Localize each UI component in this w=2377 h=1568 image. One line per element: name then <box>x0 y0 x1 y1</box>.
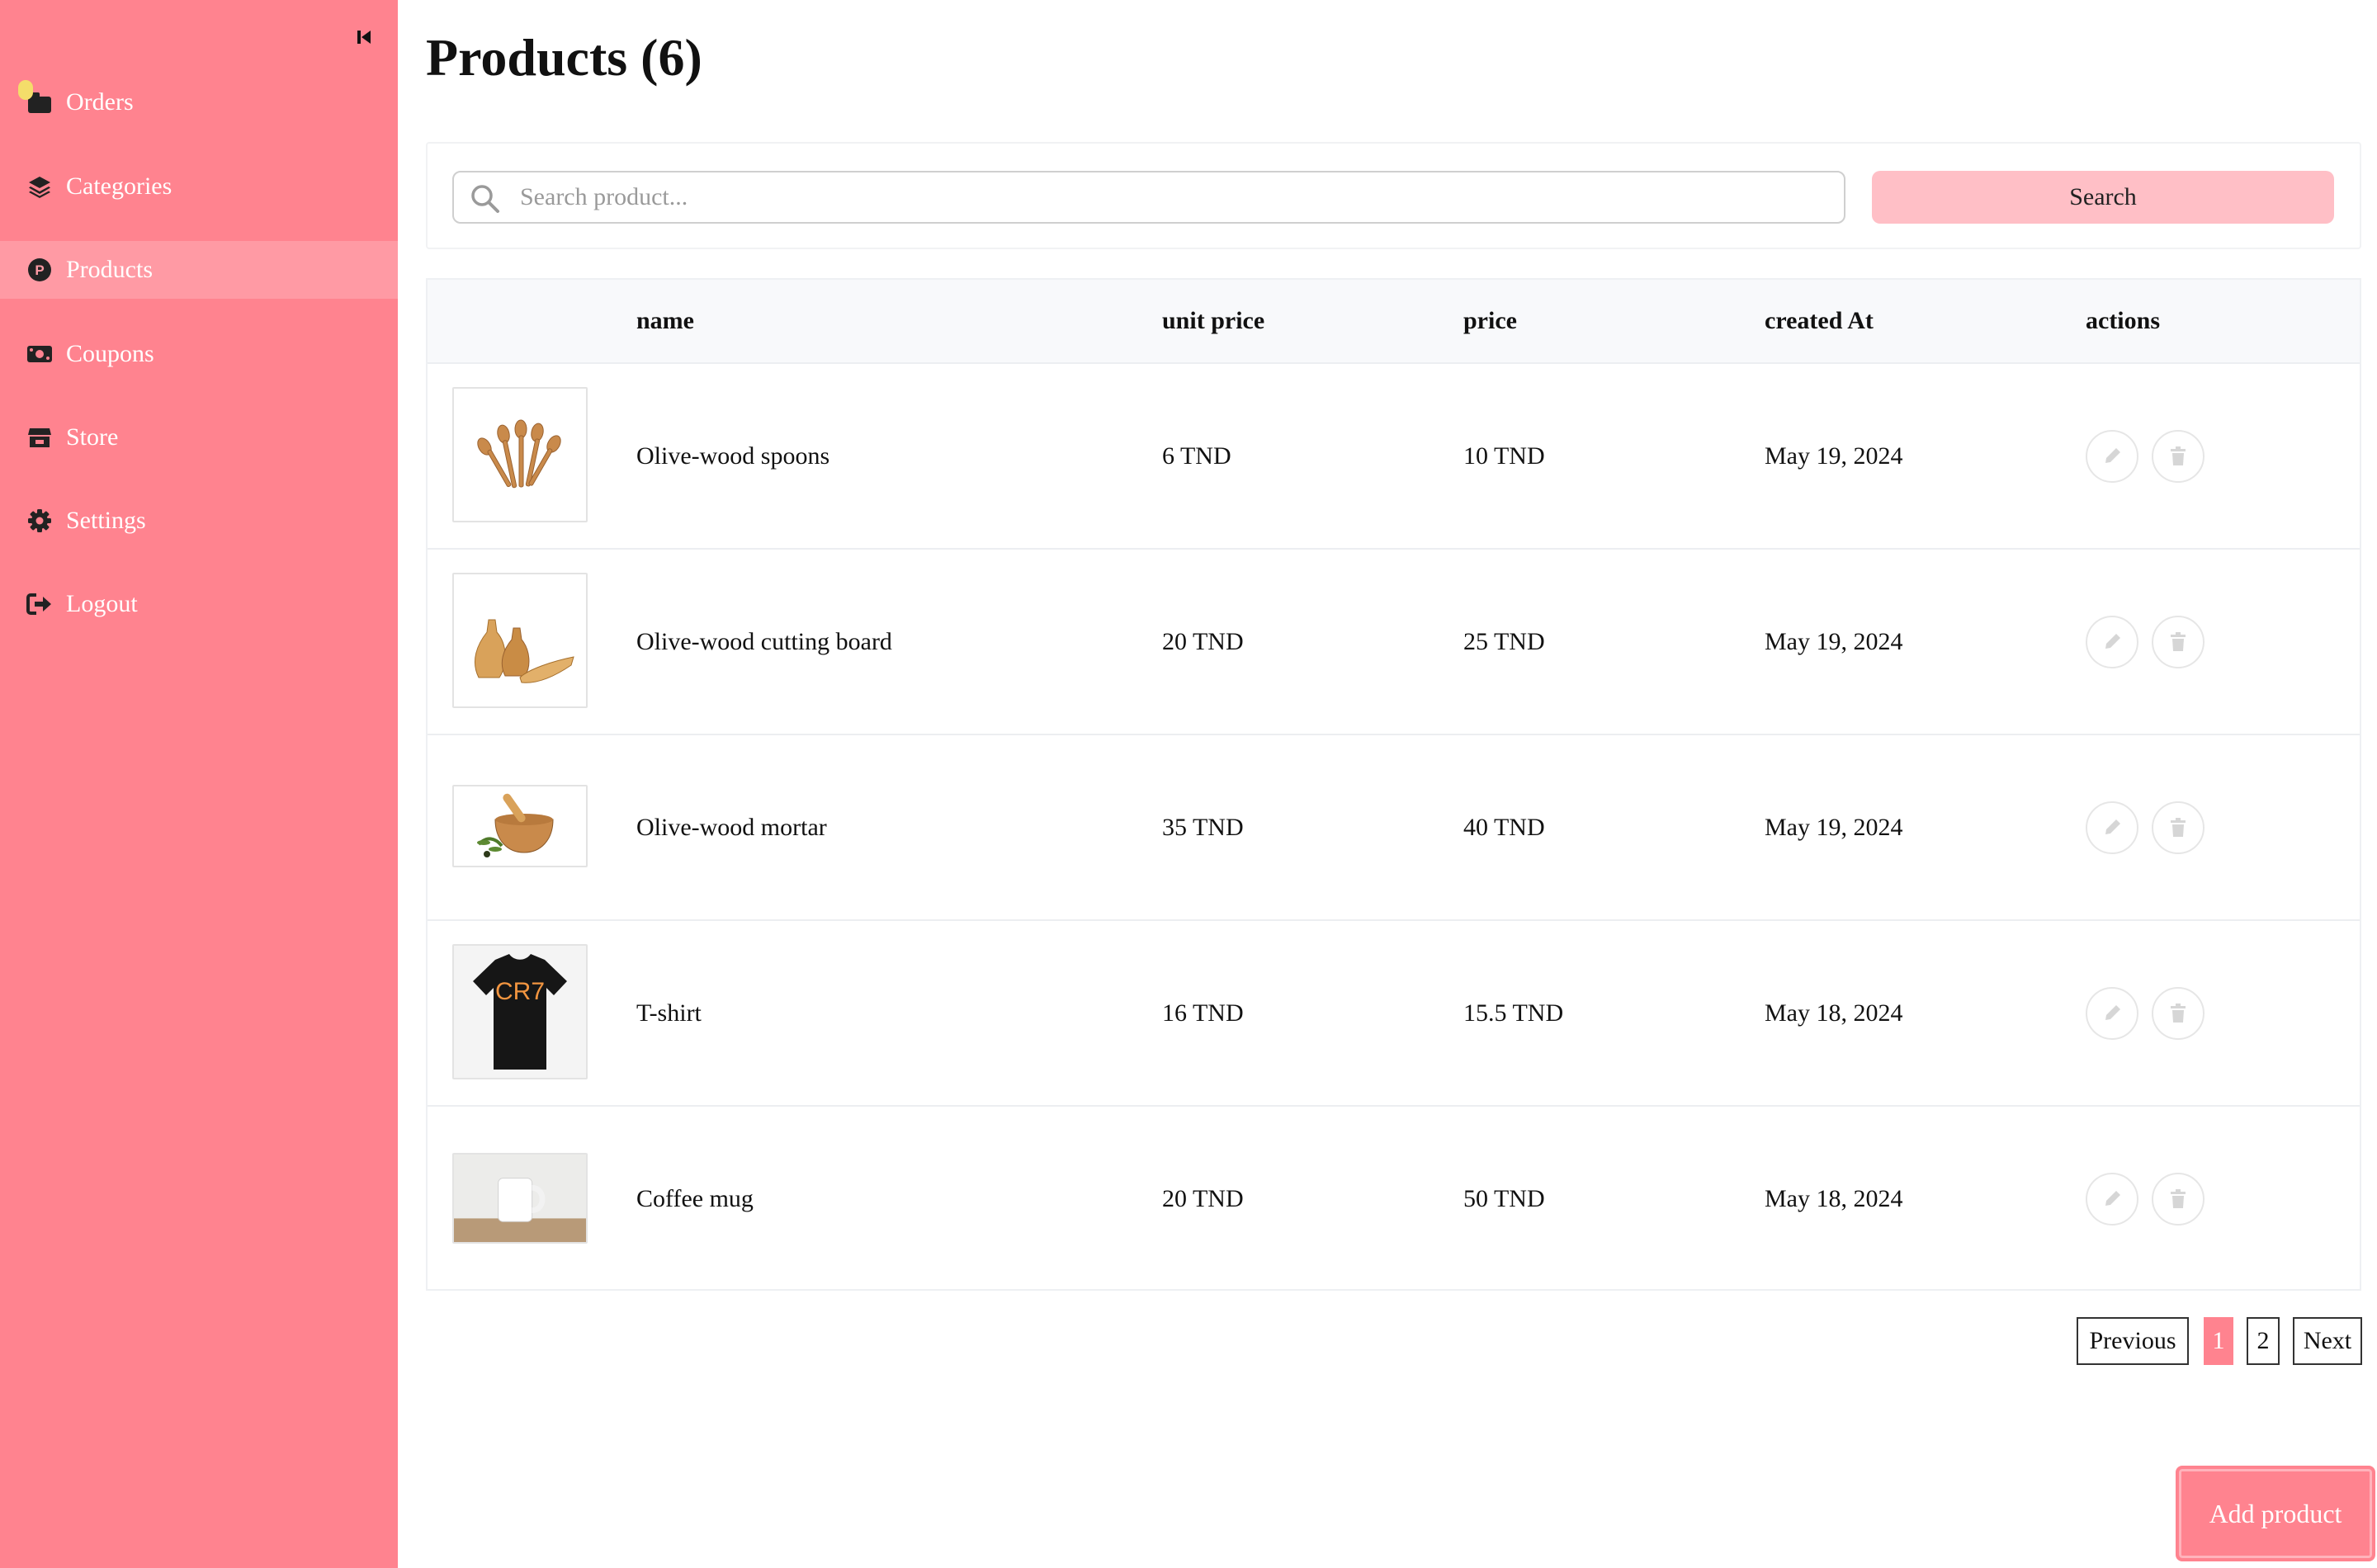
pagination-next-button[interactable]: Next <box>2293 1317 2362 1365</box>
sidebar-item-categories[interactable]: Categories <box>0 158 398 215</box>
sidebar: Orders Categories P Products Coupons Sto… <box>0 0 398 1568</box>
pencil-icon <box>2105 1005 2120 1020</box>
product-created-at: May 18, 2024 <box>1765 999 1903 1027</box>
product-name: Olive-wood mortar <box>636 814 827 841</box>
product-unit-price: 20 TND <box>1162 1185 1244 1212</box>
table-header: name unit price price created At actions <box>428 280 2360 362</box>
product-created-at: May 19, 2024 <box>1765 442 1903 470</box>
add-product-button[interactable]: Add product <box>2176 1466 2375 1561</box>
column-header-name[interactable]: name <box>636 280 694 362</box>
layers-icon <box>25 172 54 201</box>
product-name: T-shirt <box>636 999 702 1027</box>
trash-icon <box>2171 1189 2186 1208</box>
pagination-previous-button[interactable]: Previous <box>2077 1317 2189 1365</box>
product-thumbnail-mug <box>452 1153 588 1244</box>
delete-button[interactable] <box>2152 1173 2205 1226</box>
product-price: 40 TND <box>1463 814 1545 841</box>
product-thumbnail-mortar <box>452 785 588 867</box>
product-price: 15.5 TND <box>1463 999 1564 1027</box>
store-icon <box>25 423 54 452</box>
edit-button[interactable] <box>2086 1173 2138 1226</box>
product-thumbnail-cutting-board <box>452 573 588 708</box>
product-price: 10 TND <box>1463 442 1545 470</box>
delete-button[interactable] <box>2152 987 2205 1040</box>
delete-button[interactable] <box>2152 801 2205 854</box>
product-unit-price: 20 TND <box>1162 628 1244 655</box>
table-row[interactable]: Olive-wood cutting board 20 TND 25 TND M… <box>428 548 2360 734</box>
sidebar-item-products[interactable]: P Products <box>0 241 398 299</box>
sidebar-item-orders[interactable]: Orders <box>0 73 398 131</box>
pencil-icon <box>2105 448 2120 463</box>
sidebar-item-settings[interactable]: Settings <box>0 492 398 550</box>
product-price: 25 TND <box>1463 628 1545 655</box>
edit-button[interactable] <box>2086 987 2138 1040</box>
products-table: name unit price price created At actions… <box>426 278 2361 1291</box>
product-name: Olive-wood cutting board <box>636 628 892 655</box>
edit-button[interactable] <box>2086 801 2138 854</box>
search-panel: Search <box>426 142 2361 249</box>
collapse-sidebar-icon[interactable] <box>352 25 376 50</box>
product-created-at: May 19, 2024 <box>1765 814 1903 841</box>
delete-button[interactable] <box>2152 616 2205 668</box>
table-row[interactable]: Coffee mug 20 TND 50 TND May 18, 2024 <box>428 1105 2360 1291</box>
product-name: Olive-wood spoons <box>636 442 830 470</box>
search-input[interactable] <box>520 172 1832 222</box>
sidebar-item-store[interactable]: Store <box>0 409 398 466</box>
table-row[interactable]: CR7 T-shirt 16 TND 15.5 TND May 18, 2024 <box>428 919 2360 1105</box>
product-created-at: May 18, 2024 <box>1765 1185 1903 1212</box>
search-button[interactable]: Search <box>1872 171 2334 224</box>
table-row[interactable]: Olive-wood mortar 35 TND 40 TND May 19, … <box>428 734 2360 919</box>
search-box[interactable] <box>452 171 1845 224</box>
column-header-created-at[interactable]: created At <box>1765 280 1874 362</box>
product-thumbnail-spoons <box>452 387 588 522</box>
logout-icon <box>25 589 54 619</box>
product-unit-price: 6 TND <box>1162 442 1231 470</box>
trash-icon <box>2171 632 2186 651</box>
sidebar-item-coupons[interactable]: Coupons <box>0 325 398 383</box>
sidebar-item-label: Logout <box>66 590 138 617</box>
column-header-price[interactable]: price <box>1463 280 1517 362</box>
pagination-page-2[interactable]: 2 <box>2247 1317 2280 1365</box>
sidebar-item-label: Coupons <box>66 340 154 367</box>
product-p-icon: P <box>25 255 54 285</box>
trash-icon <box>2171 446 2186 465</box>
edit-button[interactable] <box>2086 430 2138 483</box>
sidebar-item-logout[interactable]: Logout <box>0 575 398 633</box>
tshirt-print-text: CR7 <box>495 978 545 1005</box>
product-created-at: May 19, 2024 <box>1765 628 1903 655</box>
sidebar-item-label: Categories <box>66 172 172 200</box>
product-unit-price: 16 TND <box>1162 999 1244 1027</box>
gear-icon <box>25 506 54 536</box>
trash-icon <box>2171 1004 2186 1023</box>
product-unit-price: 35 TND <box>1162 814 1244 841</box>
sidebar-item-label: Products <box>66 256 153 283</box>
trash-icon <box>2171 818 2186 837</box>
sidebar-item-label: Orders <box>66 88 134 116</box>
product-thumbnail-tshirt: CR7 <box>452 944 588 1079</box>
product-name: Coffee mug <box>636 1185 754 1212</box>
column-header-unit-price[interactable]: unit price <box>1162 280 1264 362</box>
notification-badge <box>18 80 33 100</box>
pagination-page-1[interactable]: 1 <box>2204 1317 2233 1365</box>
pencil-icon <box>2105 819 2120 834</box>
table-row[interactable]: Olive-wood spoons 6 TND 10 TND May 19, 2… <box>428 362 2360 548</box>
svg-text:P: P <box>35 262 44 278</box>
sidebar-item-label: Settings <box>66 507 146 534</box>
sidebar-item-label: Store <box>66 423 119 451</box>
edit-button[interactable] <box>2086 616 2138 668</box>
column-header-actions: actions <box>2086 307 2160 334</box>
delete-button[interactable] <box>2152 430 2205 483</box>
search-icon <box>469 182 502 215</box>
product-price: 50 TND <box>1463 1185 1545 1212</box>
pencil-icon <box>2105 634 2120 649</box>
pencil-icon <box>2105 1191 2120 1206</box>
money-icon <box>25 339 54 369</box>
page-title: Products (6) <box>426 28 702 87</box>
